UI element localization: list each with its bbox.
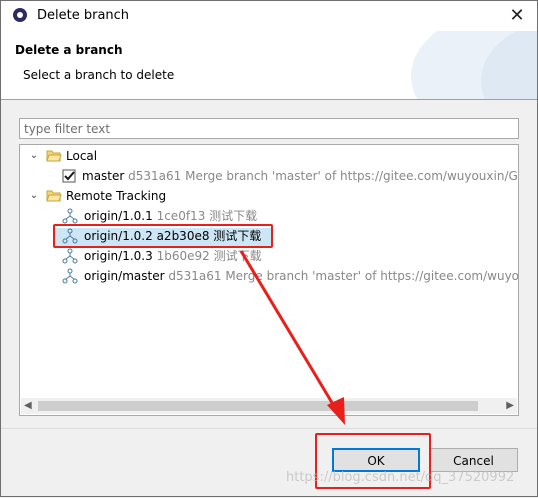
branch-description: d531a61 Merge branch 'master' of https:/… [128,169,519,183]
remote-branch-icon [62,228,78,244]
title-bar: Delete branch ✕ [1,1,537,31]
branch-name: origin/1.0.2 [84,229,153,243]
filter-field[interactable] [19,118,519,139]
filter-input[interactable] [20,119,518,138]
list-item-origin-1-0-1[interactable]: origin/1.0.1 1ce0f13 测试下载 [20,207,516,225]
folder-open-icon [46,190,62,202]
branch-name: master [82,169,125,183]
branch-tree[interactable]: ⌄ Local master d531a61 Merge branch 'mas… [19,144,519,416]
remote-branch-icon [62,208,78,224]
folder-open-icon [46,150,62,162]
remote-branch-icon [62,248,78,264]
tree-node-remote-tracking[interactable]: ⌄ Remote Tracking [20,187,516,205]
scroll-right-icon[interactable]: ▶ [506,400,514,411]
horizontal-scrollbar[interactable]: ◀ ▶ [21,398,517,414]
chevron-down-icon[interactable]: ⌄ [28,150,40,162]
branch-name: origin/master [84,269,165,283]
header-subtitle: Select a branch to delete [23,68,175,82]
scroll-left-icon[interactable]: ◀ [24,400,32,411]
watermark-text: https://blog.csdn.net/qq_37520992 [286,470,515,485]
eclipse-icon [13,8,27,22]
branch-name: origin/1.0.1 [84,209,153,223]
dialog-window: Delete branch ✕ Delete a branch Select a… [0,0,538,497]
header-title: Delete a branch [15,43,123,57]
header-separator [1,99,537,100]
ok-button[interactable]: OK [332,448,420,472]
checked-branch-icon [62,169,76,183]
window-title: Delete branch [37,8,130,23]
close-icon[interactable]: ✕ [505,4,529,28]
branch-description: d531a61 Merge branch 'master' of https:/… [168,269,519,283]
remote-branch-icon [62,268,78,284]
list-item-origin-master[interactable]: origin/master d531a61 Merge branch 'mast… [20,267,519,285]
tree-node-label: Remote Tracking [66,189,167,203]
branch-description: a2b30e8 测试下载 [156,229,262,243]
scrollbar-thumb[interactable] [38,401,478,411]
tree-node-label: Local [66,149,98,163]
list-item-origin-1-0-2-selected[interactable]: origin/1.0.2 a2b30e8 测试下载 [20,227,516,245]
branch-description: 1b60e92 测试下载 [156,249,262,263]
button-bar-separator [1,428,537,429]
branch-description: 1ce0f13 测试下载 [156,209,258,223]
cancel-button[interactable]: Cancel [429,448,518,472]
list-item-local-master[interactable]: master d531a61 Merge branch 'master' of … [20,167,519,185]
list-item-origin-1-0-3[interactable]: origin/1.0.3 1b60e92 测试下载 [20,247,516,265]
dialog-header: Delete a branch Select a branch to delet… [1,31,537,99]
chevron-down-icon[interactable]: ⌄ [28,190,40,202]
branch-name: origin/1.0.3 [84,249,153,263]
tree-node-local[interactable]: ⌄ Local [20,147,516,165]
